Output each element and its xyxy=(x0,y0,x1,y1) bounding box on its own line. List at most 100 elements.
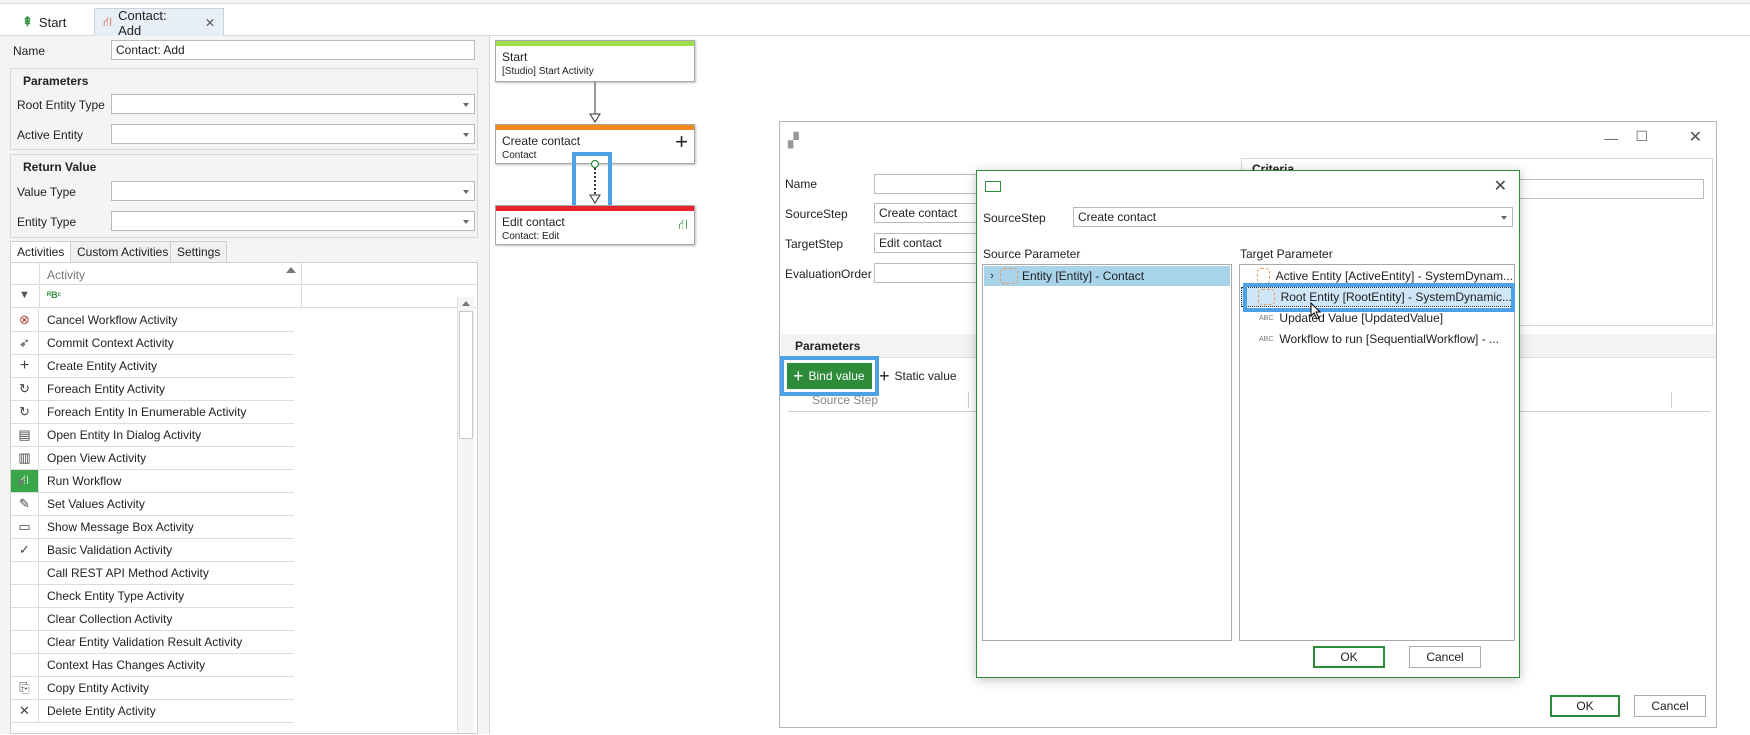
list-item[interactable]: ⊗ Cancel Workflow Activity xyxy=(11,309,294,332)
ok-button[interactable]: OK xyxy=(1313,646,1385,668)
list-item[interactable]: ▭ Show Message Box Activity xyxy=(11,516,294,539)
expand-row-icon[interactable] xyxy=(19,478,24,486)
minimize-icon[interactable]: — xyxy=(1604,130,1618,146)
node-subtitle: Contact xyxy=(502,150,537,161)
source-step-column-header[interactable]: Source Step xyxy=(812,393,878,407)
tab-contact-add[interactable]: ⛙ Contact: Add ✕ xyxy=(94,8,224,38)
tab-activities[interactable]: Activities xyxy=(10,241,72,263)
source-step-label: SourceStep xyxy=(785,207,848,221)
target-step-field[interactable]: Edit contact xyxy=(874,233,984,253)
source-step-field[interactable]: Create contact xyxy=(874,203,984,223)
chevron-right-icon[interactable]: › xyxy=(984,270,1000,282)
node-subtitle: Contact: Edit xyxy=(502,231,560,242)
connector-start-create[interactable] xyxy=(585,82,605,124)
source-step-combo[interactable]: Create contact xyxy=(1073,207,1513,227)
name-field[interactable]: Contact: Add xyxy=(111,40,475,60)
list-item[interactable]: ABC Workflow to run [SequentialWorkflow]… xyxy=(1241,329,1513,349)
workflow-icon: ⛙ xyxy=(678,216,688,232)
chevron-down-icon xyxy=(463,133,469,137)
root-entity-type-combo[interactable] xyxy=(111,94,475,114)
mouse-cursor-icon xyxy=(1310,302,1322,320)
node-title: Start xyxy=(502,50,528,64)
document-tab-bar: ⇞ Start ⛙ Contact: Add ✕ xyxy=(0,8,1750,38)
chevron-down-icon xyxy=(463,220,469,224)
maximize-icon[interactable]: ☐ xyxy=(1635,128,1648,145)
rocket-icon: ➶ xyxy=(11,332,39,354)
chevron-down-icon xyxy=(1501,216,1507,220)
active-entity-label: Active Entity xyxy=(17,128,84,142)
scrollbar-thumb[interactable] xyxy=(459,311,473,439)
cancel-button[interactable]: Cancel xyxy=(1409,646,1481,668)
cancel-button[interactable]: Cancel xyxy=(1634,695,1706,717)
tab-custom-activities[interactable]: Custom Activities xyxy=(70,241,176,263)
tab-settings[interactable]: Settings xyxy=(170,241,228,263)
ok-button[interactable]: OK xyxy=(1550,695,1620,717)
cancel-icon: ⊗ xyxy=(11,309,39,331)
list-item[interactable]: Context Has Changes Activity xyxy=(11,654,294,677)
loop-icon: ↻ xyxy=(11,378,39,400)
chevron-down-icon xyxy=(463,103,469,107)
entity-icon xyxy=(1000,268,1018,284)
workflow-node-start[interactable]: Start [Studio] Start Activity xyxy=(495,40,695,82)
message-icon: ▭ xyxy=(11,516,39,538)
dialog-icon: ▤ xyxy=(11,424,39,446)
return-value-header: Return Value xyxy=(23,160,97,174)
list-item[interactable]: + Create Entity Activity xyxy=(11,355,294,378)
list-item[interactable]: ↻ Foreach Entity Activity xyxy=(11,378,294,401)
list-item[interactable]: ✎ Set Values Activity xyxy=(11,493,294,516)
root-entity-type-label: Root Entity Type xyxy=(17,98,105,112)
entity-type-label: Entity Type xyxy=(17,215,77,229)
filter-icon[interactable]: ▼ xyxy=(19,289,30,301)
bind-value-button[interactable]: + Bind value xyxy=(787,363,872,389)
list-item[interactable]: ▥ Open View Activity xyxy=(11,447,294,470)
name-label: Name xyxy=(13,44,46,58)
active-entity-combo[interactable] xyxy=(111,124,475,144)
static-value-button[interactable]: + Static value xyxy=(879,363,957,389)
activity-list: ⊗ Cancel Workflow Activity ➶ Commit Contex… xyxy=(11,309,311,735)
target-parameter-header: Target Parameter xyxy=(1240,247,1333,261)
pen-icon: ✎ xyxy=(11,493,39,515)
delete-icon: ✕ xyxy=(11,700,39,722)
node-status-bar xyxy=(496,41,694,46)
bind-value-dialog: ✕ SourceStep Create contact Source Param… xyxy=(976,170,1520,678)
node-title: Edit contact xyxy=(502,215,565,229)
list-item[interactable]: ⛙ Run Workflow xyxy=(11,470,294,493)
list-item[interactable]: ✓ Basic Validation Activity xyxy=(11,539,294,562)
list-item[interactable]: › Entity [Entity] - Contact xyxy=(984,266,1230,286)
value-type-combo[interactable] xyxy=(111,181,475,201)
value-type-label: Value Type xyxy=(17,185,76,199)
source-step-label: SourceStep xyxy=(983,211,1046,225)
node-status-bar xyxy=(496,125,694,130)
text-type-icon: ABC xyxy=(1259,314,1274,322)
list-item[interactable]: Call REST API Method Activity xyxy=(11,562,294,585)
activity-scrollbar[interactable] xyxy=(457,297,474,733)
tab-start[interactable]: ⇞ Start xyxy=(14,8,94,36)
source-parameter-list: › Entity [Entity] - Contact xyxy=(982,264,1232,641)
close-icon[interactable]: ✕ xyxy=(1494,176,1507,196)
name-label: Name xyxy=(785,177,818,191)
tab-start-label: Start xyxy=(38,14,67,30)
target-step-label: TargetStep xyxy=(785,237,844,251)
list-item[interactable]: ⎘ Copy Entity Activity xyxy=(11,677,294,700)
list-item[interactable]: Clear Entity Validation Result Activity xyxy=(11,631,294,654)
workflow-node-edit-contact[interactable]: Edit contact Contact: Edit ⛙ xyxy=(495,205,695,245)
list-item[interactable]: ↻ Foreach Entity In Enumerable Activity xyxy=(11,401,294,424)
connector-create-edit[interactable] xyxy=(585,158,605,206)
close-icon[interactable]: ✕ xyxy=(205,16,215,30)
list-item[interactable]: ✕ Delete Entity Activity xyxy=(11,700,294,723)
copy-icon: ⎘ xyxy=(11,677,39,699)
workflow-icon: ⛙ xyxy=(11,470,39,492)
list-item[interactable]: Clear Collection Activity xyxy=(11,608,294,631)
scroll-up-icon[interactable] xyxy=(462,301,470,306)
activity-column-header[interactable]: Activity xyxy=(47,268,85,282)
name-field[interactable] xyxy=(874,174,984,194)
list-item[interactable]: Check Entity Type Activity xyxy=(11,585,294,608)
node-title: Create contact xyxy=(502,134,581,148)
close-icon[interactable]: ✕ xyxy=(1689,127,1702,147)
evaluation-order-field[interactable] xyxy=(874,263,984,283)
top-menu-strip xyxy=(0,0,1750,4)
list-item[interactable]: ▤ Open Entity In Dialog Activity xyxy=(11,424,294,447)
text-filter-icon[interactable]: ᴿBᶜ xyxy=(47,290,61,300)
list-item[interactable]: ➶ Commit Context Activity xyxy=(11,332,294,355)
entity-type-combo[interactable] xyxy=(111,211,475,231)
